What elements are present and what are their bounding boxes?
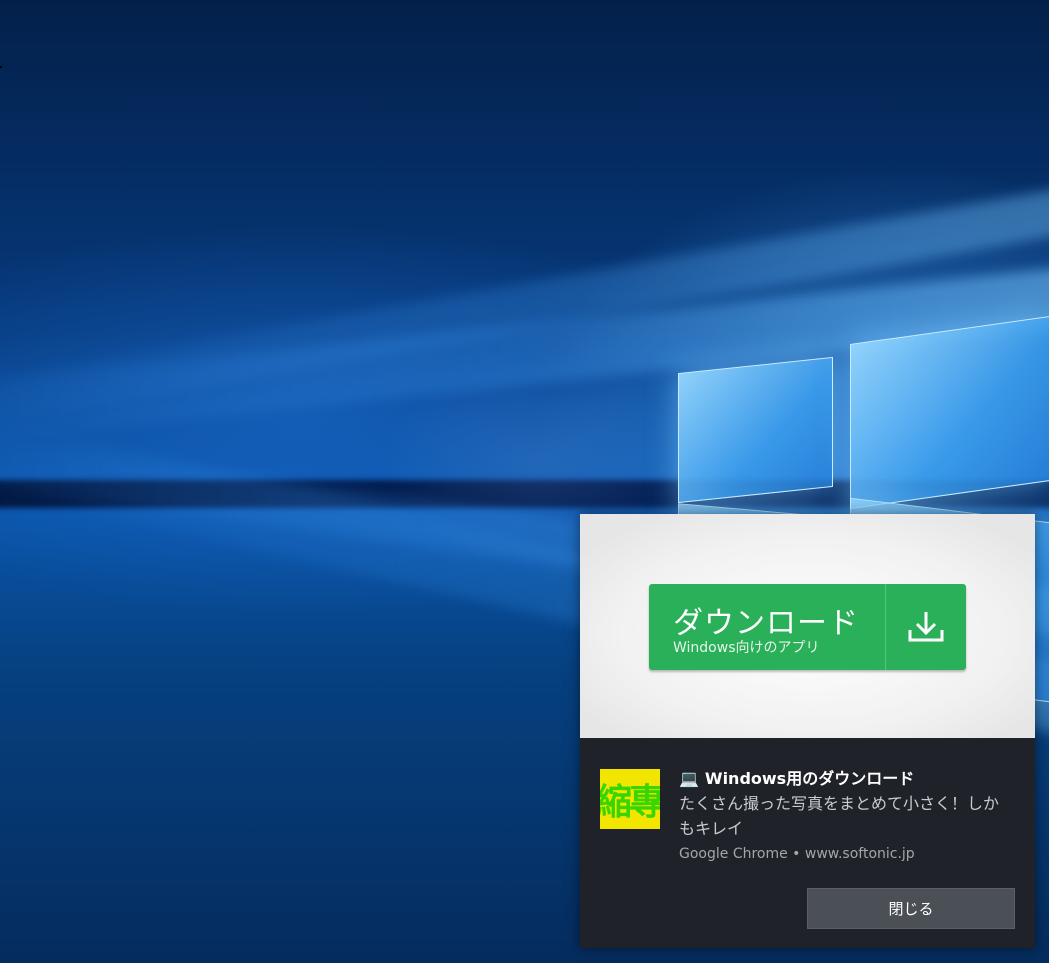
download-button-subtitle: Windows向けのアプリ bbox=[673, 640, 820, 656]
toast-title: 💻 Windows用のダウンロード bbox=[679, 765, 1019, 789]
windows-logo-pane bbox=[850, 315, 1049, 510]
toast-title-text: Windows用のダウンロード bbox=[704, 769, 915, 788]
toast-hero-image[interactable]: ダウンロード Windows向けのアプリ bbox=[580, 514, 1035, 738]
close-button[interactable]: 閉じる bbox=[807, 888, 1015, 929]
notification-toast[interactable]: ダウンロード Windows向けのアプリ 縮專. 💻 Windows用のダウンロー… bbox=[580, 514, 1035, 948]
laptop-icon: 💻 bbox=[679, 769, 699, 788]
windows-logo-pane bbox=[678, 356, 833, 504]
download-icon bbox=[886, 584, 966, 670]
toast-source: Google Chrome • www.softonic.jp bbox=[679, 846, 915, 862]
app-logo-text: 縮專. bbox=[600, 781, 660, 823]
toast-message: たくさん撮った写真をまとめて小さく！しかもキレイ bbox=[679, 794, 1000, 838]
download-button-main: ダウンロード Windows向けのアプリ bbox=[649, 584, 885, 670]
app-logo: 縮專. bbox=[600, 769, 660, 829]
toast-body: 縮專. 💻 Windows用のダウンロード たくさん撮った写真をまとめて小さく！し… bbox=[580, 738, 1035, 948]
download-button-image: ダウンロード Windows向けのアプリ bbox=[649, 584, 966, 670]
download-button-title: ダウンロード bbox=[673, 606, 859, 641]
desktop-pixel bbox=[0, 66, 2, 68]
